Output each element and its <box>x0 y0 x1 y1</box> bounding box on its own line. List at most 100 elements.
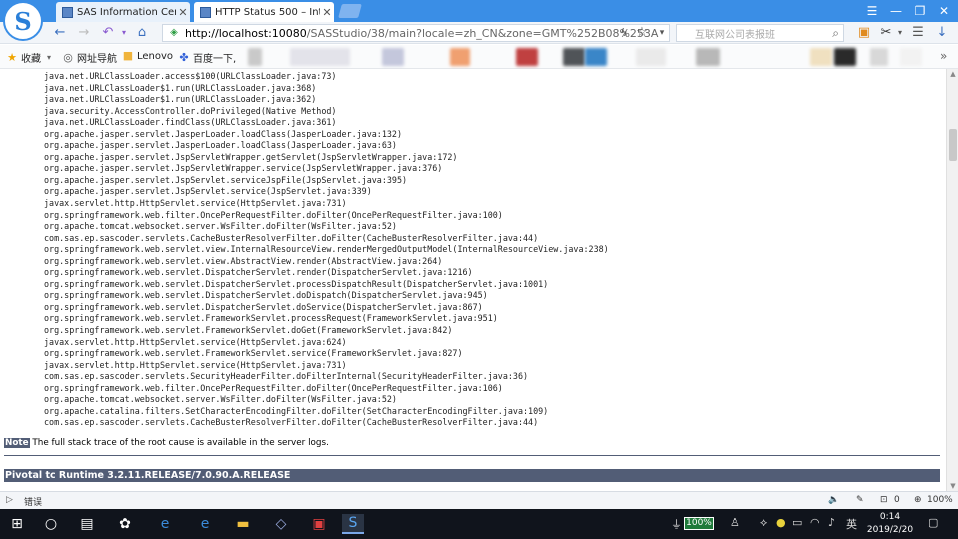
blurred-bookmark[interactable] <box>696 48 720 66</box>
undo-dropdown-icon[interactable]: ▾ <box>116 25 132 41</box>
speaker-icon[interactable]: 🔈 <box>828 495 839 505</box>
sas-favicon-icon <box>62 6 73 18</box>
blurred-bookmark[interactable] <box>450 48 470 66</box>
stack-trace-line: java.net.URLClassLoader$1.run(URLClassLo… <box>44 94 317 105</box>
menu-icon[interactable]: ☰ <box>862 3 882 19</box>
scroll-down-icon[interactable]: ▼ <box>947 481 958 491</box>
keyboard-icon[interactable]: ▭ <box>792 516 802 529</box>
blurred-bookmark[interactable] <box>810 48 832 66</box>
url-dropdown-icon[interactable]: ▾ <box>654 25 670 41</box>
note-label: Note <box>4 438 30 448</box>
forward-arrow-icon[interactable]: → <box>76 25 92 41</box>
tab-bar: S SAS Information Cente ✕ HTTP Status 50… <box>0 0 958 41</box>
search-icon[interactable]: ⌕ <box>832 26 839 41</box>
blurred-bookmark[interactable] <box>290 48 350 66</box>
stack-trace-line: org.springframework.web.filter.OncePerRe… <box>44 382 503 393</box>
stack-trace-line: javax.servlet.http.HttpServlet.service(H… <box>44 336 347 347</box>
more-menu-icon[interactable]: ☰ <box>910 25 926 41</box>
ie-browser-icon[interactable]: e <box>154 514 176 534</box>
tab-http-status-500[interactable]: HTTP Status 500 – Intr ✕ <box>194 2 334 22</box>
extension-icon[interactable]: ▣ <box>856 25 872 41</box>
bookmark-lenovo[interactable]: ■ Lenovo <box>122 50 173 62</box>
sidebar-toggle-icon[interactable]: ▷ <box>6 495 13 505</box>
stack-trace-line: com.sas.ep.sascoder.servlets.CacheBuster… <box>44 417 539 428</box>
bookmark-nav[interactable]: ◎ 网址导航 <box>62 50 117 65</box>
scroll-up-icon[interactable]: ▲ <box>947 69 958 79</box>
new-tab-button[interactable] <box>338 4 362 18</box>
brush-icon[interactable]: ✎ <box>856 495 864 505</box>
zoom-level[interactable]: 100% <box>927 495 953 505</box>
status-text: 错误 <box>24 498 43 508</box>
share-icon[interactable]: ⟡ <box>760 516 767 530</box>
red-app-icon[interactable]: ▣ <box>308 514 330 534</box>
close-tab-icon[interactable]: ✕ <box>320 6 334 19</box>
chevron-down-icon: ▾ <box>46 52 51 62</box>
notification-icon[interactable]: ▢ <box>928 516 938 529</box>
task-view-icon[interactable]: ▤ <box>76 514 98 534</box>
close-tab-icon[interactable]: ✕ <box>176 6 190 19</box>
person-icon[interactable]: ♙ <box>730 516 740 529</box>
cortana-icon[interactable]: ○ <box>40 514 62 534</box>
stack-trace-line: com.sas.ep.sascoder.servlets.CacheBuster… <box>44 232 539 243</box>
blurred-bookmark[interactable] <box>382 48 404 66</box>
search-placeholder: 互联网公司表报班 <box>695 29 775 41</box>
bookmark-label: 百度一下, <box>193 54 237 65</box>
wifi-icon[interactable]: ◠ <box>810 516 820 529</box>
stack-trace-line: com.sas.ep.sascoder.servlets.SecurityHea… <box>44 371 529 382</box>
tab-sas-information-center[interactable]: SAS Information Cente ✕ <box>56 2 190 22</box>
scroll-thumb[interactable] <box>949 129 957 161</box>
file-explorer-icon[interactable]: ▬ <box>232 514 254 534</box>
zoom-icon[interactable]: ⊕ <box>914 495 922 505</box>
stack-trace-line: org.springframework.web.servlet.Framewor… <box>44 313 498 324</box>
blurred-bookmark[interactable] <box>516 48 538 66</box>
stack-trace-line: java.net.URLClassLoader$1.run(URLClassLo… <box>44 82 317 93</box>
stack-trace-line: org.apache.jasper.servlet.JspServlet.ser… <box>44 174 408 185</box>
page-content: java.net.URLClassLoader.access$100(URLCl… <box>0 69 946 491</box>
bookmark-favorites[interactable]: ★ 收藏 ▾ <box>6 50 58 65</box>
bookmark-star-icon[interactable]: ☆ <box>634 25 650 41</box>
undo-icon[interactable]: ↶ <box>100 25 116 41</box>
status-bar: ▷ 错误 🔈 ✎ ⊡ 0 ⊕ 100% <box>0 491 958 509</box>
ime-indicator[interactable]: 英 <box>846 516 857 532</box>
more-bookmarks-icon[interactable]: » <box>940 49 947 63</box>
volume-icon[interactable]: ♪ <box>828 516 835 529</box>
close-window-button[interactable]: ✕ <box>934 3 954 19</box>
stack-trace-line: javax.servlet.http.HttpServlet.service(H… <box>44 198 347 209</box>
blurred-bookmark[interactable] <box>585 48 607 66</box>
blurred-bookmark[interactable] <box>248 48 262 66</box>
settings-app-icon[interactable]: ✿ <box>114 514 136 534</box>
blurred-bookmark[interactable] <box>636 48 666 66</box>
lightning-icon[interactable]: ϟ <box>616 25 632 41</box>
blurred-bookmark[interactable] <box>834 48 856 66</box>
blurred-bookmark[interactable] <box>563 48 585 66</box>
tab-title: HTTP Status 500 – Intr <box>215 6 320 18</box>
blurred-bookmark[interactable] <box>900 48 922 66</box>
edge-browser-icon[interactable]: e <box>194 514 216 534</box>
scissors-dropdown-icon[interactable]: ▾ <box>892 25 908 41</box>
star-icon: ★ <box>7 50 17 64</box>
battery-indicator[interactable]: 100% <box>684 517 714 530</box>
back-arrow-icon[interactable]: ← <box>52 25 68 41</box>
url-path: /SASStudio/38/main?locale=zh_CN&zone=GMT… <box>306 26 659 40</box>
security-icon[interactable]: ● <box>776 516 786 529</box>
cube-app-icon[interactable]: ◇ <box>270 514 292 534</box>
windows-start-icon[interactable]: ⊞ <box>6 514 28 534</box>
download-icon[interactable]: ↓ <box>934 25 950 41</box>
browser-taskbar-icon[interactable]: S <box>342 514 364 534</box>
power-plug-icon[interactable]: ⏚ <box>671 516 682 532</box>
clock-time: 0:14 <box>879 512 901 522</box>
shield-icon: ◈ <box>170 27 178 38</box>
paw-icon: ✤ <box>179 50 189 64</box>
vertical-scrollbar[interactable]: ▲ ▼ <box>946 69 958 491</box>
download-manager-icon[interactable]: ⊡ <box>880 495 888 505</box>
blurred-bookmark[interactable] <box>870 48 888 66</box>
address-bar[interactable]: ◈ http://localhost:10080 /SASStudio/38/m… <box>162 24 670 42</box>
browser-logo-icon[interactable]: S <box>3 1 43 41</box>
maximize-button[interactable]: ❐ <box>910 3 930 19</box>
bookmark-baidu[interactable]: ✤ 百度一下, <box>178 50 236 65</box>
stack-trace: java.net.URLClassLoader.access$100(URLCl… <box>44 71 609 429</box>
search-input[interactable]: 互联网公司表报班 ⌕ <box>676 24 844 42</box>
home-icon[interactable]: ⌂ <box>134 25 150 41</box>
clock[interactable]: 0:14 2019/2/20 <box>862 511 918 537</box>
minimize-button[interactable]: — <box>886 3 906 19</box>
